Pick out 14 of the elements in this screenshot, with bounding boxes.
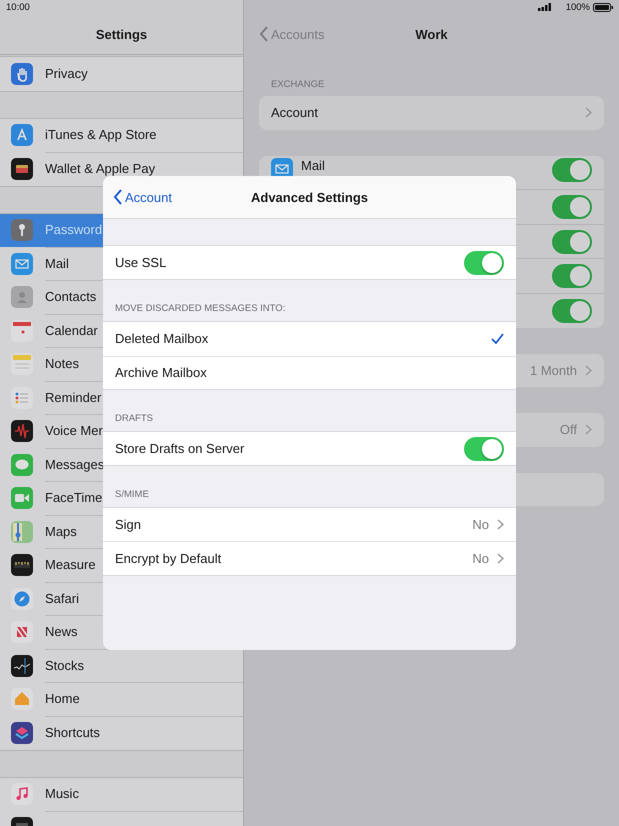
row-label: Store Drafts on Server	[115, 441, 246, 456]
section-header: MOVE DISCARDED MESSAGES INTO:	[115, 303, 286, 316]
row-value: Off	[560, 422, 577, 438]
section-header: EXCHANGE	[270, 78, 326, 92]
battery-percent: 100%	[566, 2, 590, 12]
section-header: S/MIME	[115, 489, 149, 502]
row-label: Use SSL	[115, 255, 168, 270]
page-title: Work	[415, 26, 448, 42]
row-value: 1 Month	[530, 362, 577, 378]
status-time: 10:00	[6, 2, 30, 12]
dialog-title: Advanced Settings	[250, 190, 368, 204]
row-label: Mail	[301, 158, 326, 173]
sidebar-title: Settings	[96, 26, 148, 42]
section-header: DRAFTS	[115, 412, 153, 425]
